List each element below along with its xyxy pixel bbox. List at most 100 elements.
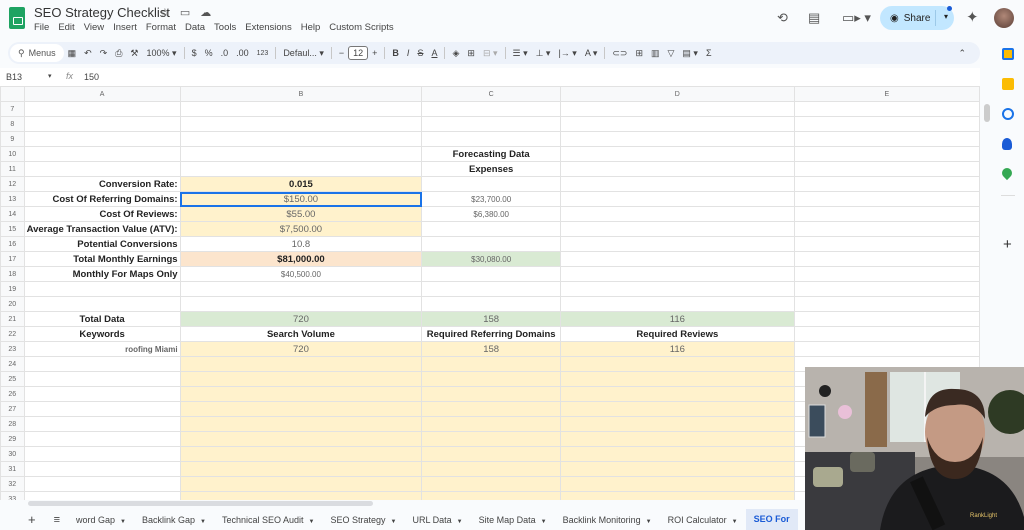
star-icon[interactable]: ☆	[160, 6, 170, 19]
sheet-tab[interactable]: SEO Strategy ▼	[322, 515, 404, 525]
calendar-icon[interactable]	[1002, 48, 1014, 60]
cell-e17[interactable]	[793, 251, 980, 267]
cell-e18[interactable]	[793, 266, 980, 282]
text-rotation-icon[interactable]: A ▾	[581, 48, 602, 59]
avatar[interactable]	[994, 8, 1014, 28]
row-header[interactable]: 23	[0, 341, 25, 357]
row-header[interactable]: 26	[0, 386, 25, 402]
percent-format-button[interactable]: %	[201, 48, 217, 58]
cell-d17[interactable]	[560, 251, 795, 267]
cell-d25[interactable]	[560, 371, 795, 387]
cell-e20[interactable]	[793, 296, 980, 312]
cell-c15[interactable]	[421, 221, 562, 237]
cell-e7[interactable]	[793, 101, 980, 117]
cell-d26[interactable]	[560, 386, 795, 402]
all-sheets-icon[interactable]: ≡	[46, 514, 68, 526]
italic-button[interactable]: I	[403, 48, 414, 58]
row-header[interactable]: 17	[0, 251, 25, 267]
cell-d32[interactable]	[560, 476, 795, 492]
borders-icon[interactable]: ⊞	[463, 48, 479, 59]
cell-b17[interactable]: $81,000.00	[179, 251, 423, 267]
cell-a20[interactable]	[23, 296, 181, 312]
cell-a33[interactable]	[23, 491, 181, 500]
cell-b22[interactable]: Search Volume	[179, 326, 423, 342]
cell-a32[interactable]	[23, 476, 181, 492]
cell-c27[interactable]	[421, 401, 562, 417]
row-header[interactable]: 24	[0, 356, 25, 372]
functions-button[interactable]: Σ	[702, 48, 716, 58]
cell-d14[interactable]	[560, 206, 795, 222]
cell-c13[interactable]: $23,700.00	[421, 191, 562, 207]
zoom-select[interactable]: 100% ▾	[143, 48, 181, 59]
row-header[interactable]: 20	[0, 296, 25, 312]
row-header[interactable]: 7	[0, 101, 25, 117]
sheet-tab[interactable]: Backlink Gap ▼	[134, 515, 214, 525]
cloud-status-icon[interactable]: ☁	[200, 6, 211, 19]
row-header[interactable]: 28	[0, 416, 25, 432]
cell-b21[interactable]: 720	[179, 311, 423, 327]
tab-menu-chevron-icon[interactable]: ▼	[120, 519, 126, 525]
cell-d15[interactable]	[560, 221, 795, 237]
cell-a7[interactable]	[23, 101, 181, 117]
cell-a30[interactable]	[23, 446, 181, 462]
cell-c30[interactable]	[421, 446, 562, 462]
gemini-sparkle-icon[interactable]: ✦	[966, 8, 979, 26]
row-header[interactable]: 13	[0, 191, 25, 207]
paint-format-icon[interactable]: ⚒	[126, 48, 142, 59]
row-header[interactable]: 21	[0, 311, 25, 327]
version-history-icon[interactable]: ⟲	[777, 10, 788, 26]
cell-c23[interactable]: 158	[421, 341, 562, 357]
cell-c11[interactable]: Expenses	[421, 161, 562, 177]
cell-a27[interactable]	[23, 401, 181, 417]
cell-d33[interactable]	[560, 491, 795, 500]
cell-a10[interactable]	[23, 146, 181, 162]
menu-extensions[interactable]: Extensions	[245, 22, 291, 33]
row-header[interactable]: 27	[0, 401, 25, 417]
menu-help[interactable]: Help	[301, 22, 321, 33]
cell-b14[interactable]: $55.00	[179, 206, 423, 222]
row-header[interactable]: 8	[0, 116, 25, 132]
cell-c33[interactable]	[421, 491, 562, 500]
column-header-c[interactable]: C	[421, 86, 562, 102]
cell-c8[interactable]	[421, 116, 562, 132]
select-all-corner[interactable]	[0, 86, 25, 102]
row-header[interactable]: 11	[0, 161, 25, 177]
sheet-tab[interactable]: word Gap ▼	[68, 515, 134, 525]
add-addon-icon[interactable]: +	[1003, 236, 1012, 253]
cell-d30[interactable]	[560, 446, 795, 462]
cell-e12[interactable]	[793, 176, 980, 192]
row-header[interactable]: 32	[0, 476, 25, 492]
cell-d29[interactable]	[560, 431, 795, 447]
cell-c32[interactable]	[421, 476, 562, 492]
share-button[interactable]: ◉ Share ▾	[880, 6, 954, 30]
cell-c10[interactable]: Forecasting Data	[421, 146, 561, 162]
cell-d19[interactable]	[560, 281, 795, 297]
cell-c29[interactable]	[421, 431, 562, 447]
cell-a19[interactable]	[23, 281, 181, 297]
row-header[interactable]: 31	[0, 461, 25, 477]
maps-icon[interactable]	[999, 165, 1015, 181]
cell-a24[interactable]	[23, 356, 181, 372]
menu-custom-scripts[interactable]: Custom Scripts	[329, 22, 393, 33]
document-title[interactable]: SEO Strategy Checklist	[34, 5, 170, 20]
cell-d13[interactable]	[560, 191, 795, 207]
strikethrough-button[interactable]: S	[413, 48, 427, 58]
cell-a21[interactable]: Total Data	[23, 311, 181, 327]
insert-comment-icon[interactable]: ⊞	[631, 48, 647, 59]
cell-d11[interactable]	[560, 161, 795, 177]
new-icon[interactable]: ▦	[64, 48, 81, 59]
column-header-b[interactable]: B	[179, 86, 423, 102]
cell-c12[interactable]	[421, 176, 562, 192]
menu-insert[interactable]: Insert	[113, 22, 137, 33]
cell-a17[interactable]: Total Monthly Earnings	[23, 251, 181, 267]
column-header-e[interactable]: E	[793, 86, 980, 102]
cell-d8[interactable]	[560, 116, 795, 132]
menu-tools[interactable]: Tools	[214, 22, 236, 33]
filter-icon[interactable]: ▽	[664, 48, 679, 59]
cell-a13[interactable]: Cost Of Referring Domains:	[23, 191, 181, 207]
cell-e10[interactable]	[793, 146, 980, 162]
cell-d9[interactable]	[560, 131, 795, 147]
cell-a16[interactable]: Potential Conversions	[23, 236, 181, 252]
cell-c16[interactable]	[421, 236, 562, 252]
row-header[interactable]: 12	[0, 176, 25, 192]
